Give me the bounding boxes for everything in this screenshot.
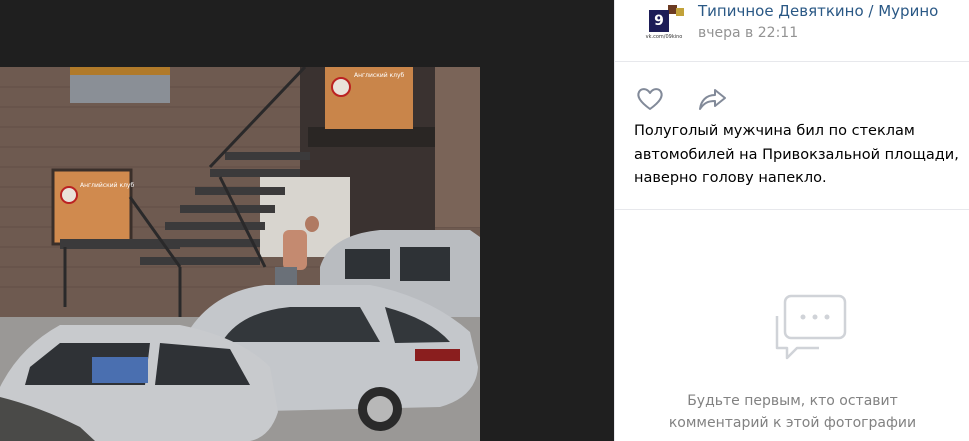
post-info-panel: 9 vk.com/09kino Типичное Девяткино / Мур…: [614, 0, 969, 441]
comments-empty-text: Будьте первым, кто оставит комментарий к…: [615, 390, 969, 434]
comment-bubble-icon: [767, 292, 849, 364]
avatar-logo-square-2: [676, 8, 684, 16]
share-arrow-icon: [699, 89, 726, 110]
avatar-caption: vk.com/09kino: [645, 34, 683, 40]
post-text: Полуголый мужчина бил по стеклам автомоб…: [634, 123, 959, 186]
post-header: 9 vk.com/09kino Типичное Девяткино / Мур…: [615, 0, 969, 62]
heart-icon: [637, 88, 663, 110]
post-photo[interactable]: Англиский клуб Английский клуб: [0, 67, 480, 441]
like-button[interactable]: [635, 84, 665, 114]
photo-viewer: Англиский клуб Английский клуб: [0, 0, 614, 441]
group-avatar[interactable]: 9 vk.com/09kino: [639, 5, 685, 45]
comments-empty-line-2: комментарий к этой фотографии: [668, 415, 917, 431]
post-time[interactable]: вчера в 22:11: [698, 25, 798, 41]
comments-empty-state: Будьте первым, кто оставит комментарий к…: [615, 210, 969, 441]
share-button[interactable]: [697, 84, 727, 114]
street-scene-image: Англиский клуб Английский клуб: [0, 67, 480, 441]
sign-top-text: Англиский клуб: [354, 72, 405, 79]
sign-left-text: Английский клуб: [80, 182, 134, 189]
comments-empty-line-1: Будьте первым, кто оставит: [687, 393, 898, 409]
avatar-number: 9: [649, 10, 669, 32]
group-name-link[interactable]: Типичное Девяткино / Мурино: [698, 2, 938, 20]
